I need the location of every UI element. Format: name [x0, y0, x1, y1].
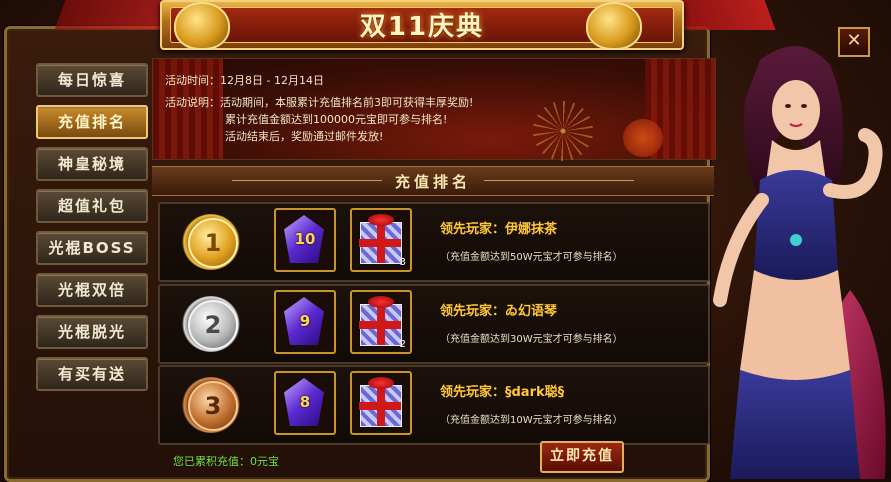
- leader-player: 领先玩家：伊娜抹茶: [440, 222, 558, 237]
- gold-pouch-icon: [174, 2, 230, 50]
- bronze-medal-icon: 3: [182, 377, 240, 433]
- reward-gift-slot[interactable]: [350, 371, 412, 435]
- rank-row-2: 2 9 2 领先玩家：ゐ幻语琴 （充值金额达到30W元宝才可参与排名）: [158, 284, 710, 364]
- game-window: 双11庆典 ✕ 每日惊喜 充值排名 神皇秘境 超值礼包 光棍BOSS 光棍双倍 …: [0, 0, 891, 482]
- rank-condition: （充值金额达到30W元宝才可参与排名）: [440, 334, 623, 345]
- desc-line: 活动结束后，奖励通过邮件发放!: [225, 130, 384, 143]
- sidebar-item-buy-gift[interactable]: 有买有送: [36, 357, 148, 391]
- sidebar-item-boss[interactable]: 光棍BOSS: [36, 231, 148, 265]
- gift-box-icon: [359, 221, 402, 264]
- time-value: 12月8日 - 12月14日: [220, 74, 324, 87]
- reward-gem-slot[interactable]: 8: [274, 371, 336, 435]
- sidebar-item-recharge-ranking[interactable]: 充值排名: [36, 105, 148, 139]
- leader-player: 领先玩家：ゐ幻语琴: [440, 304, 558, 319]
- gift-box-icon: [359, 384, 402, 427]
- reward-gift-slot[interactable]: 2: [350, 290, 412, 354]
- gold-medal-icon: 1: [182, 214, 240, 270]
- gold-pouch-icon: [586, 2, 642, 50]
- section-title: 充值排名: [394, 173, 471, 191]
- sidebar-item-secret-realm[interactable]: 神皇秘境: [36, 147, 148, 181]
- desc-label: 活动说明：: [165, 96, 220, 109]
- rank-row-3: 3 8 领先玩家：§dark聪§ （充值金额达到10W元宝才可参与排名）: [158, 365, 710, 445]
- desc-line: 累计充值金额达到100000元宝即可参与排名!: [225, 113, 448, 126]
- total-recharge: 您已累积充值：0元宝: [173, 455, 279, 468]
- sidebar-item-value-pack[interactable]: 超值礼包: [36, 189, 148, 223]
- reward-gift-slot[interactable]: 3: [350, 208, 412, 272]
- recharge-now-button[interactable]: 立即充值: [540, 441, 624, 473]
- gift-count: 3: [399, 257, 406, 268]
- silver-medal-icon: 2: [182, 296, 240, 352]
- sidebar-item-double[interactable]: 光棍双倍: [36, 273, 148, 307]
- rank-condition: （充值金额达到10W元宝才可参与排名）: [440, 415, 623, 426]
- rank-condition: （充值金额达到50W元宝才可参与排名）: [440, 252, 623, 263]
- gift-box-icon: [359, 303, 402, 346]
- lantern-decor: [623, 119, 663, 157]
- sidebar-item-daily-surprise[interactable]: 每日惊喜: [36, 63, 148, 97]
- reward-gem-slot[interactable]: 10: [274, 208, 336, 272]
- rank-row-1: 1 10 3 领先玩家：伊娜抹茶 （充值金额达到50W元宝才可参与排名）: [158, 202, 710, 282]
- firework-decor: [533, 101, 593, 161]
- leader-player: 领先玩家：§dark聪§: [440, 385, 565, 400]
- gift-count: 2: [399, 339, 406, 350]
- sidebar: 每日惊喜 充值排名 神皇秘境 超值礼包 光棍BOSS 光棍双倍 光棍脱光 有买有…: [36, 63, 148, 399]
- character-illustration: [713, 46, 886, 479]
- desc-line: 活动期间，本服累计充值排名前3即可获得丰厚奖励!: [220, 96, 474, 109]
- sidebar-item-singles[interactable]: 光棍脱光: [36, 315, 148, 349]
- event-info-panel: 活动时间：12月8日 - 12月14日 活动说明：活动期间，本服累计充值排名前3…: [152, 58, 716, 161]
- section-header: 充值排名: [152, 166, 714, 196]
- time-label: 活动时间：: [165, 74, 220, 87]
- reward-gem-slot[interactable]: 9: [274, 290, 336, 354]
